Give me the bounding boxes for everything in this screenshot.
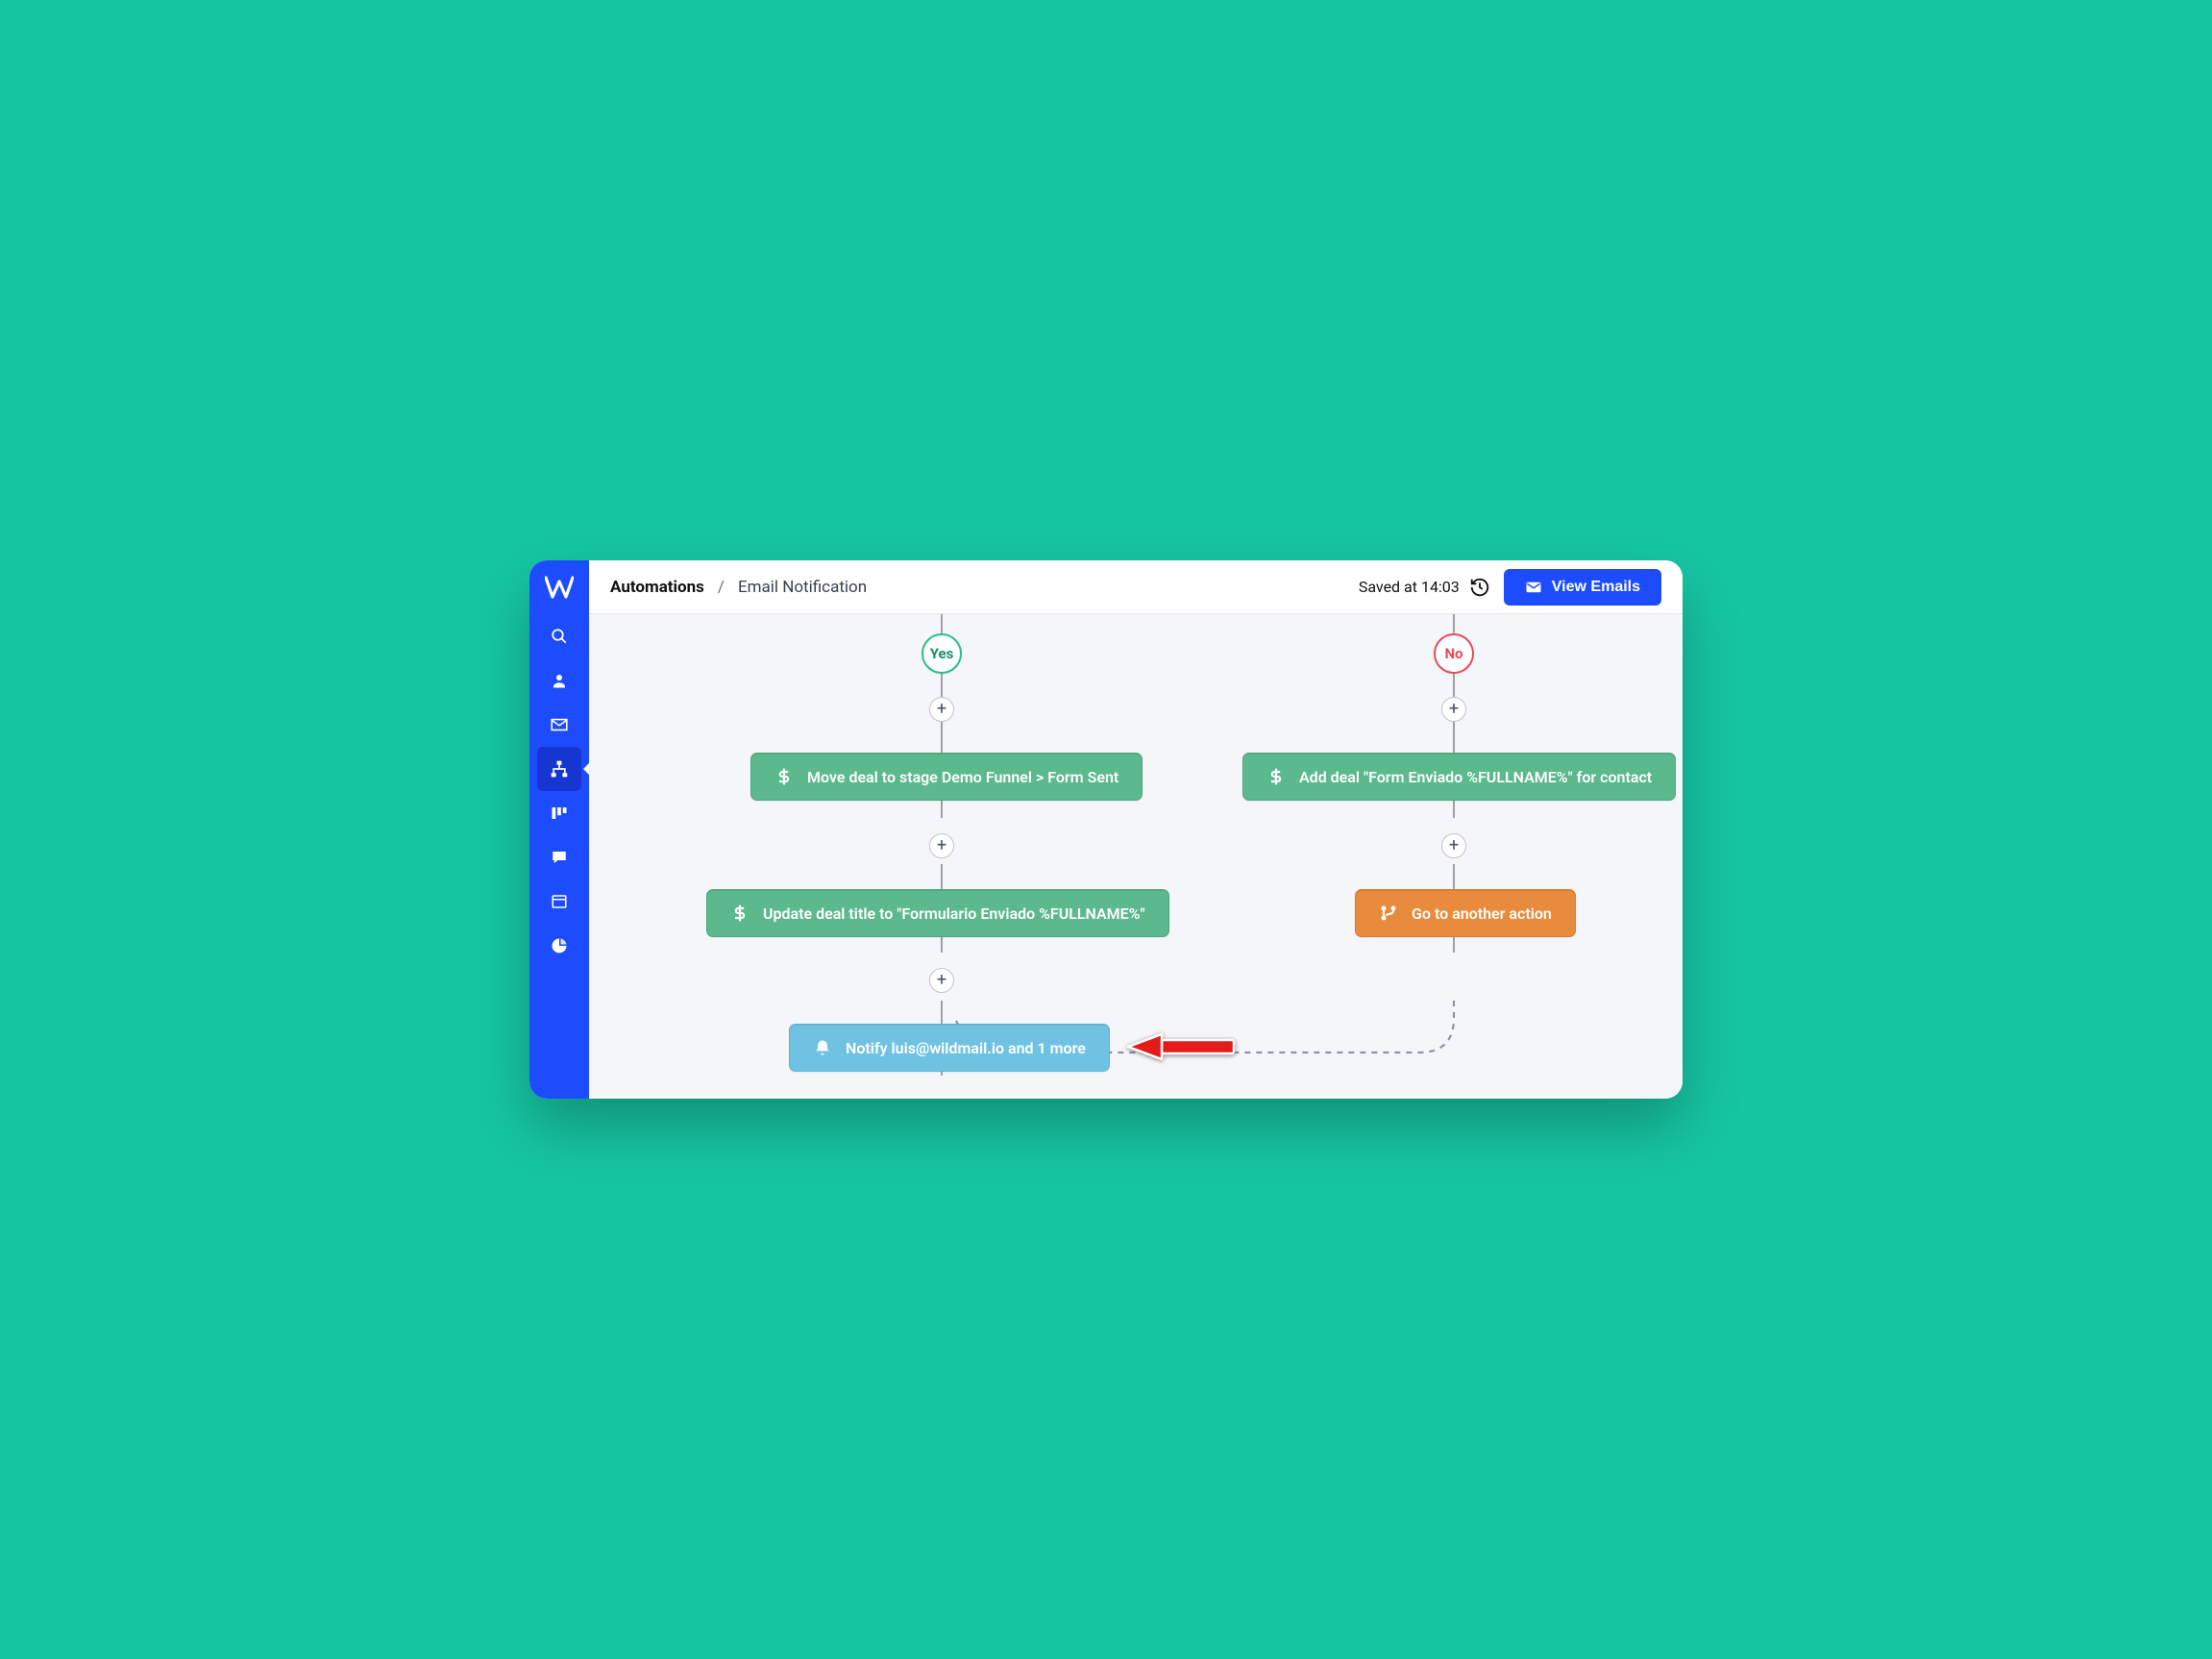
nav-search[interactable]	[537, 614, 581, 658]
branch-no-pill[interactable]: No	[1434, 633, 1474, 674]
saved-text: Saved at 14:03	[1359, 578, 1460, 596]
main-area: Automations / Email Notification Saved a…	[589, 560, 1683, 1099]
sidebar	[529, 560, 589, 1099]
person-icon	[551, 672, 568, 689]
bell-icon	[813, 1038, 832, 1057]
branch-yes-pill[interactable]: Yes	[922, 633, 962, 674]
nav-automations[interactable]	[537, 747, 581, 791]
nav-site[interactable]	[537, 879, 581, 924]
nav-deals[interactable]	[537, 791, 581, 835]
saved-status: Saved at 14:03	[1359, 577, 1490, 598]
branch-icon	[1379, 904, 1398, 923]
dollar-icon	[1266, 767, 1286, 786]
annotation-arrow	[1123, 1023, 1239, 1071]
logo-icon	[545, 576, 574, 599]
breadcrumb-root[interactable]: Automations	[610, 578, 704, 597]
envelope-icon	[550, 718, 569, 731]
columns-icon	[551, 805, 568, 822]
search-icon	[551, 628, 568, 645]
add-step-button[interactable]: +	[929, 833, 954, 858]
view-emails-label: View Emails	[1552, 579, 1640, 596]
history-icon[interactable]	[1469, 577, 1490, 598]
dollar-icon	[774, 767, 794, 786]
page-header: Automations / Email Notification Saved a…	[589, 560, 1683, 614]
app-logo[interactable]	[529, 560, 589, 614]
flow-node-update-title[interactable]: Update deal title to "Formulario Enviado…	[706, 889, 1169, 937]
add-step-button[interactable]: +	[929, 697, 954, 722]
breadcrumb-separator: /	[718, 578, 725, 597]
automation-canvas[interactable]: Yes No + + + + + Move deal to stage Demo…	[589, 614, 1683, 1099]
add-step-button[interactable]: +	[929, 968, 954, 993]
breadcrumb-page: Email Notification	[738, 578, 867, 597]
envelope-icon	[1525, 581, 1542, 594]
flow-node-add-deal[interactable]: Add deal "Form Enviado %FULLNAME%" for c…	[1242, 753, 1676, 801]
view-emails-button[interactable]: View Emails	[1504, 569, 1661, 606]
browser-icon	[551, 893, 568, 910]
flow-node-move-deal[interactable]: Move deal to stage Demo Funnel > Form Se…	[750, 753, 1143, 801]
add-step-button[interactable]: +	[1441, 833, 1466, 858]
add-step-button[interactable]: +	[1441, 697, 1466, 722]
flow-node-notify[interactable]: Notify luis@wildmail.io and 1 more	[789, 1024, 1110, 1072]
flow-node-goto[interactable]: Go to another action	[1355, 889, 1576, 937]
nav-email[interactable]	[537, 703, 581, 747]
piechart-icon	[551, 937, 568, 954]
dollar-icon	[730, 904, 750, 923]
app-window: Automations / Email Notification Saved a…	[529, 560, 1683, 1099]
nav-chat[interactable]	[537, 835, 581, 879]
chat-icon	[551, 849, 568, 866]
flowchart-icon	[550, 759, 569, 779]
nav-contacts[interactable]	[537, 658, 581, 703]
nav-reports[interactable]	[537, 924, 581, 968]
